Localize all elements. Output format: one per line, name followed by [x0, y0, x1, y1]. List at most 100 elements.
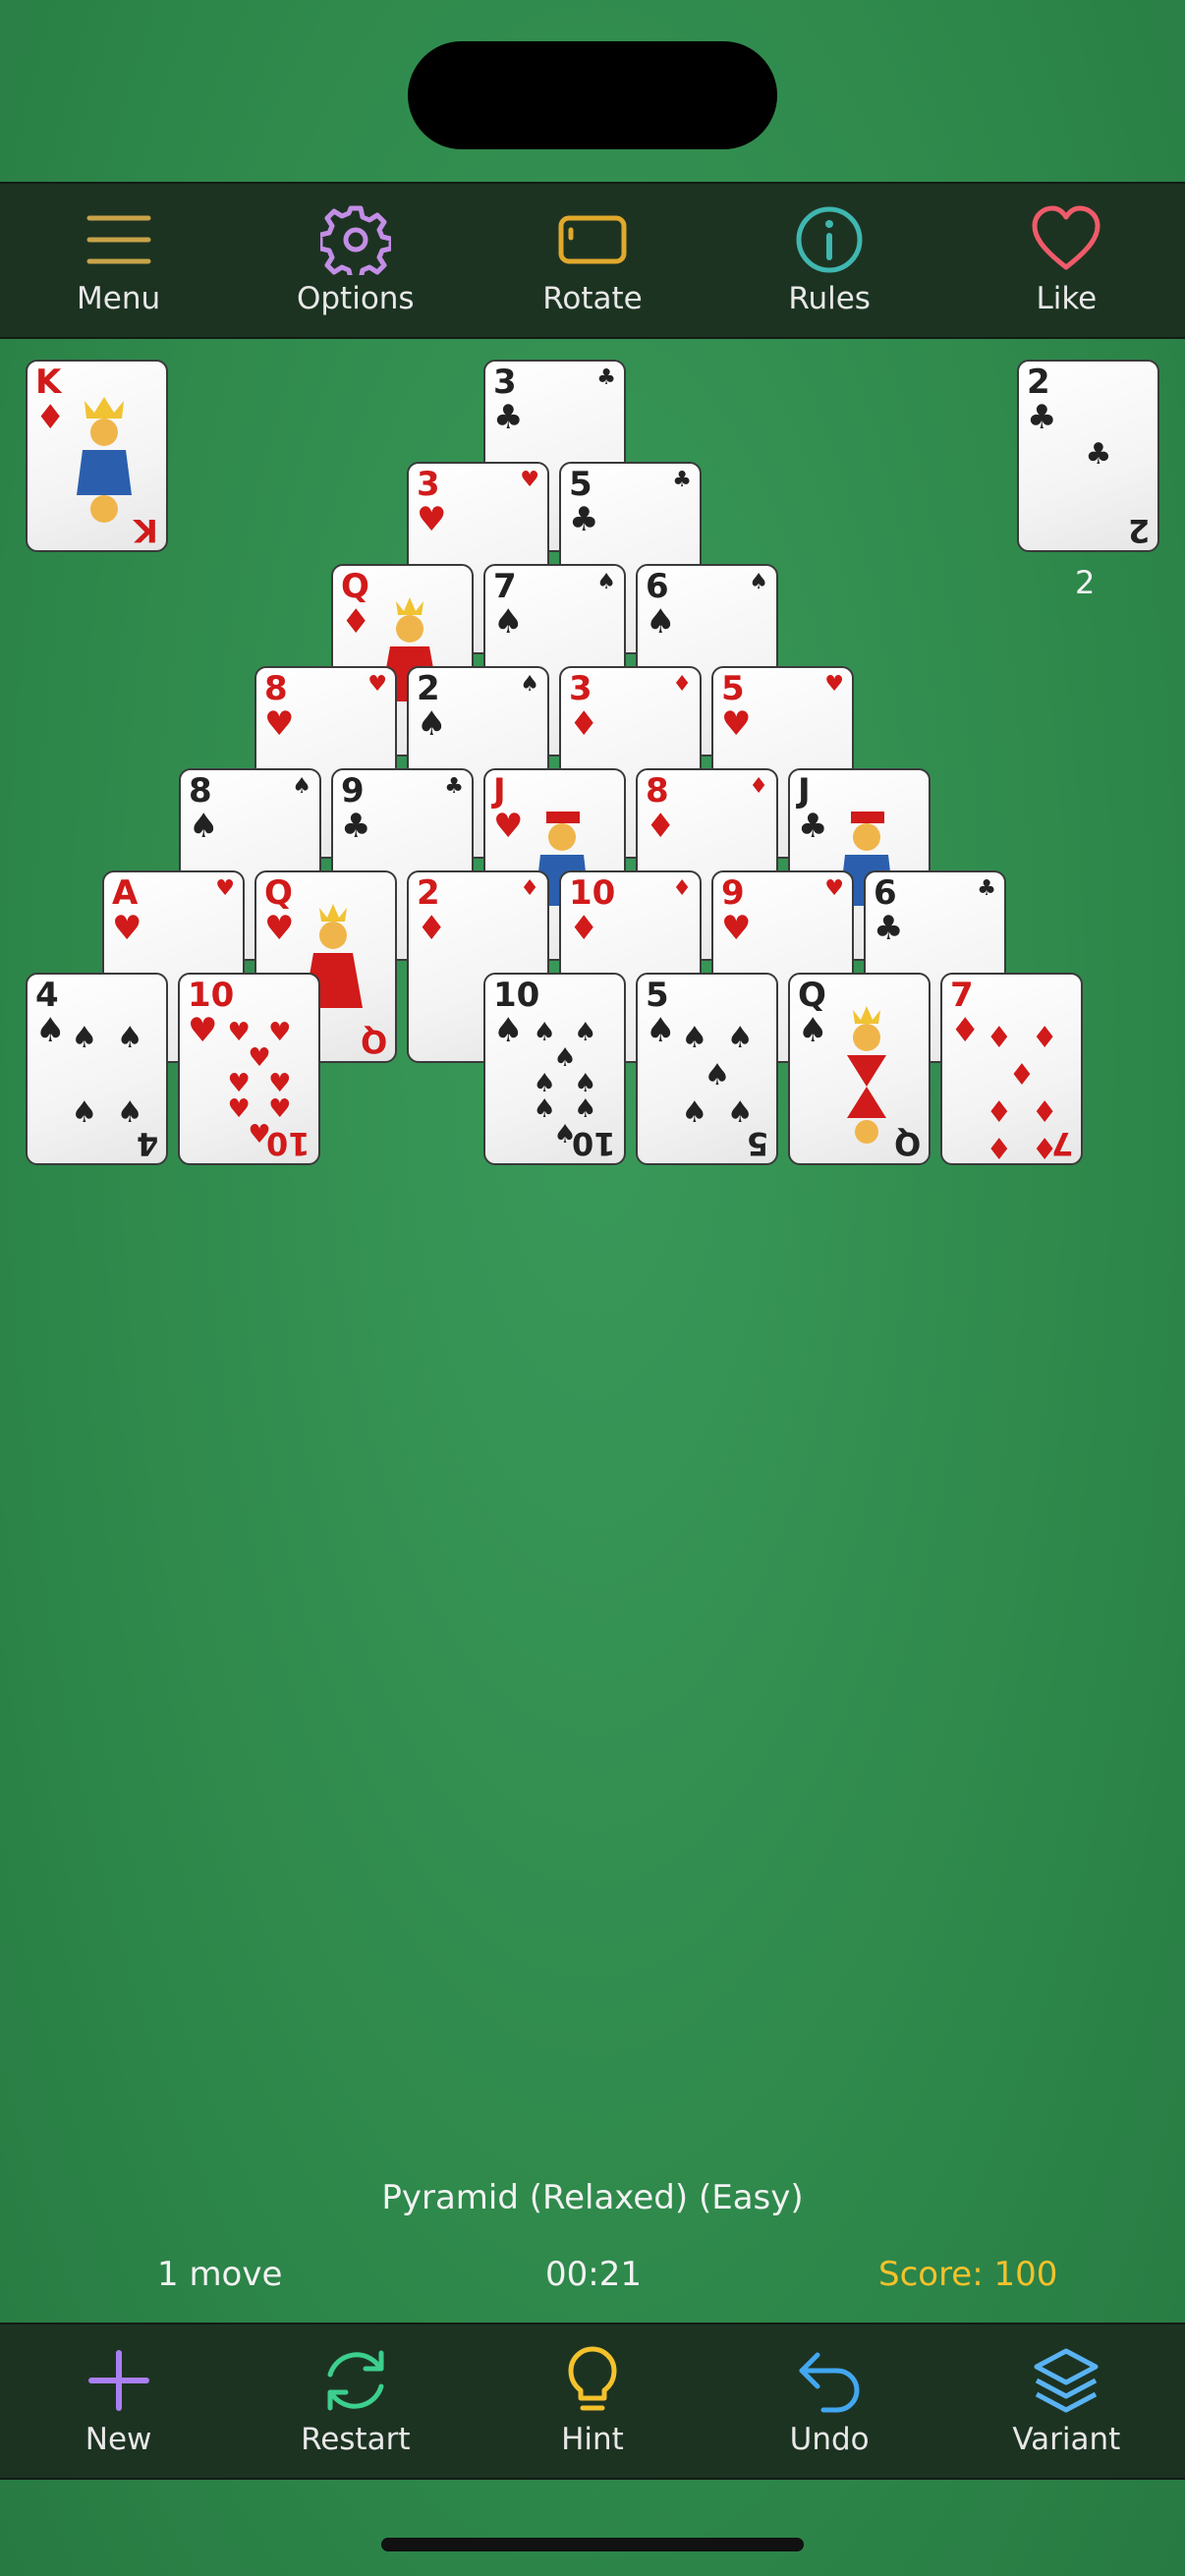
- card-rank: 9: [341, 771, 365, 811]
- undo-arrow-icon: [799, 2352, 860, 2413]
- card-rank: 9: [721, 873, 745, 913]
- rotate-label: Rotate: [542, 281, 643, 316]
- card-corner-suit: ♦: [672, 876, 692, 901]
- card-suit: ♥: [188, 1011, 218, 1050]
- new-game-button[interactable]: New: [21, 2345, 217, 2457]
- card-rank: 5: [646, 976, 669, 1015]
- card-suit: ♠: [189, 807, 219, 846]
- card-rank: 3: [493, 363, 517, 402]
- card-corner-suit: ♦: [520, 876, 539, 901]
- bottom-toolbar: New Restart Hint Undo Variant: [0, 2323, 1185, 2480]
- card-suit: ♣: [874, 909, 904, 948]
- waste-count: 2: [1075, 564, 1096, 601]
- plus-icon: [87, 2350, 149, 2411]
- card-rank: 8: [646, 771, 669, 811]
- home-indicator[interactable]: [381, 2538, 804, 2551]
- card-rank: 10: [188, 976, 235, 1015]
- menu-label: Menu: [77, 281, 161, 316]
- undo-button[interactable]: Undo: [731, 2345, 928, 2457]
- foundation-card[interactable]: K ♦ K: [26, 360, 168, 552]
- card-corner-suit: ♣: [977, 876, 996, 901]
- card-corner-suit: ♦: [672, 672, 692, 697]
- card-suit: ♠: [493, 602, 524, 642]
- pyramid-card-r6-c4[interactable]: Q ♠ Q: [788, 973, 931, 1165]
- card-rank: J: [798, 771, 811, 811]
- pyramid-card-r6-c2[interactable]: 10 ♠ ♠ ♠ ♠ ♠ ♠ ♠ ♠ ♠ 10: [483, 973, 626, 1165]
- heart-icon: [1032, 205, 1100, 270]
- pyramid-card-r6-c0[interactable]: 4 ♠ ♠ ♠ ♠ ♠ 4: [26, 973, 168, 1165]
- card-pips: ♥ ♥ ♥ ♥ ♥ ♥ ♥ ♥: [227, 1018, 292, 1149]
- card-rank: J: [493, 771, 506, 811]
- card-rank-bottom: 5: [746, 1125, 768, 1162]
- top-toolbar: Menu Options Rotate Rules Like: [0, 182, 1185, 339]
- card-corner-suit: ♣: [672, 468, 692, 492]
- card-suit: ♠: [35, 1011, 66, 1050]
- pyramid-card-r6-c1[interactable]: 10 ♥ ♥ ♥ ♥ ♥ ♥ ♥ ♥ ♥ 10: [178, 973, 320, 1165]
- card-corner-suit: ♥: [215, 876, 235, 901]
- game-name: Pyramid (Relaxed) (Easy): [381, 2178, 804, 2217]
- restart-button[interactable]: Restart: [257, 2345, 454, 2457]
- layers-icon: [1034, 2348, 1099, 2413]
- hamburger-icon: [86, 215, 151, 264]
- options-label: Options: [296, 281, 415, 316]
- card-rank: 5: [721, 669, 745, 708]
- card-suit: ♣: [1027, 398, 1057, 437]
- card-suit: ♠: [417, 704, 447, 744]
- hint-button[interactable]: Hint: [494, 2345, 691, 2457]
- card-suit: ♣: [493, 398, 524, 437]
- card-rank: 8: [264, 669, 288, 708]
- card-rank: 2: [417, 669, 440, 708]
- card-corner-suit: ♥: [824, 672, 844, 697]
- card-corner-suit: ♥: [520, 468, 539, 492]
- card-rank: 10: [493, 976, 540, 1015]
- undo-label: Undo: [789, 2422, 870, 2457]
- card-corner-suit: ♠: [292, 774, 311, 799]
- card-rank-bottom: 2: [1127, 512, 1150, 549]
- card-corner-suit: ♠: [596, 570, 616, 594]
- pyramid-card-r6-c3[interactable]: 5 ♠ ♠ ♠ ♠ ♠ ♠ 5: [636, 973, 778, 1165]
- variant-label: Variant: [1012, 2422, 1121, 2457]
- card-rank: 7: [950, 976, 974, 1015]
- card-suit: ♣: [341, 807, 371, 846]
- rotate-device-icon: [558, 215, 627, 264]
- card-pips: ♠ ♠ ♠ ♠ ♠: [681, 1021, 754, 1130]
- pyramid-card-r6-c5[interactable]: 7 ♦ ♦ ♦ ♦ ♦ ♦ ♦ ♦ 7: [940, 973, 1083, 1165]
- card-rank: 7: [493, 567, 517, 606]
- card-rank: 5: [569, 465, 592, 504]
- card-suit: ♠: [646, 1011, 676, 1050]
- menu-button[interactable]: Menu: [21, 204, 217, 316]
- rotate-button[interactable]: Rotate: [494, 204, 691, 316]
- card-corner-suit: ♣: [596, 365, 616, 390]
- card-suit: ♦: [950, 1011, 981, 1050]
- card-rank: 6: [646, 567, 669, 606]
- card-suit: ♦: [417, 909, 447, 948]
- move-count: 1 move: [157, 2255, 283, 2294]
- card-suit: ♦: [646, 807, 676, 846]
- variant-button[interactable]: Variant: [968, 2345, 1164, 2457]
- card-rank: 3: [569, 669, 592, 708]
- card-rank-bottom: Q: [893, 1125, 921, 1162]
- options-button[interactable]: Options: [257, 204, 454, 316]
- card-rank: 8: [189, 771, 212, 811]
- card-pips: ♠ ♠ ♠ ♠: [71, 1021, 143, 1130]
- rules-label: Rules: [788, 281, 871, 316]
- waste-card[interactable]: 2 ♣ ♣♣ 2: [1017, 360, 1159, 552]
- score: Score: 100: [878, 2255, 1058, 2294]
- card-suit: ♥: [721, 909, 752, 948]
- card-pips: ♠ ♠ ♠ ♠ ♠ ♠ ♠ ♠: [533, 1018, 597, 1149]
- card-rank: 6: [874, 873, 897, 913]
- rules-button[interactable]: Rules: [731, 204, 928, 316]
- dynamic-island: [408, 41, 777, 149]
- restart-icon: [327, 2350, 384, 2411]
- card-suit: ♦: [569, 704, 599, 744]
- card-rank-bottom: K: [134, 512, 158, 549]
- card-corner-suit: ♦: [749, 774, 768, 799]
- new-label: New: [85, 2422, 152, 2457]
- card-rank: 4: [35, 976, 59, 1015]
- like-label: Like: [1036, 281, 1098, 316]
- card-rank: 10: [569, 873, 616, 913]
- card-corner-suit: ♠: [749, 570, 768, 594]
- like-button[interactable]: Like: [968, 204, 1164, 316]
- card-rank: 2: [417, 873, 440, 913]
- card-rank-bottom: 10: [572, 1125, 616, 1162]
